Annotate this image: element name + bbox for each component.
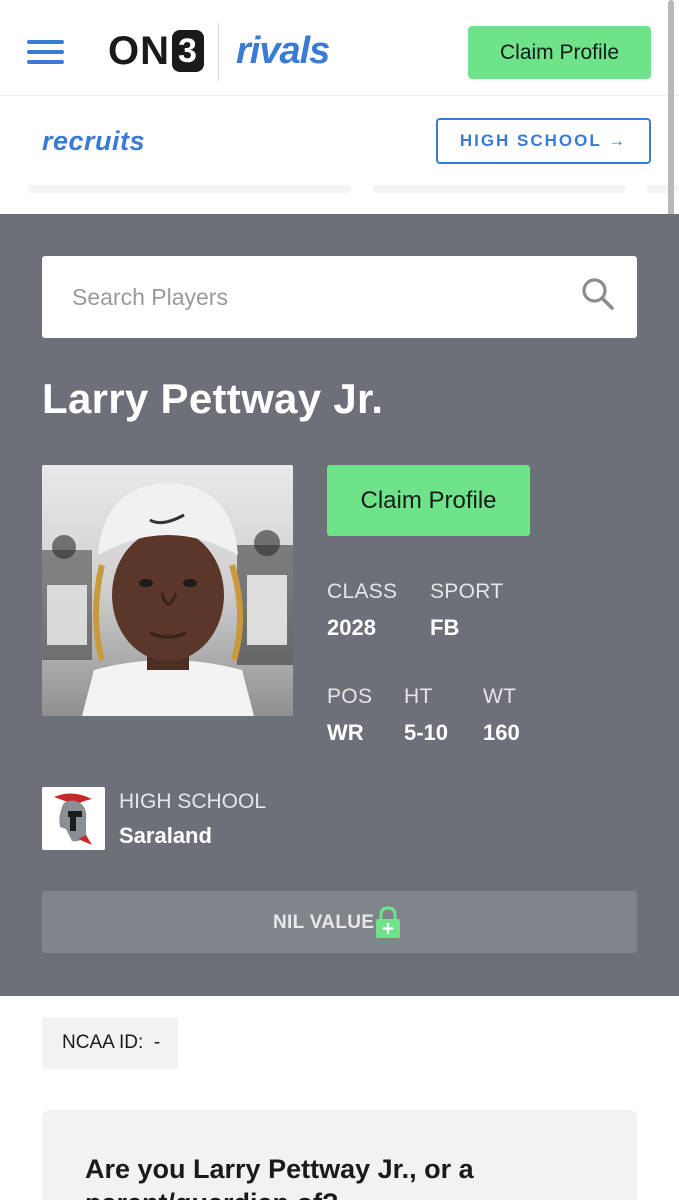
weight-label: WT: [483, 685, 517, 708]
claim-card-title: Are you Larry Pettway Jr., or a parent/g…: [85, 1154, 474, 1200]
class-value: 2028: [327, 615, 376, 640]
page-scrollbar[interactable]: [668, 0, 674, 250]
search-box: [42, 256, 637, 338]
rivals-logo[interactable]: rivals: [236, 30, 330, 73]
nav-card-strip: [647, 185, 679, 193]
player-name: Larry Pettway Jr.: [42, 375, 384, 422]
position-label: POS: [327, 685, 373, 708]
ncaa-id-badge: NCAA ID: -: [42, 1017, 178, 1069]
class-label: CLASS: [327, 580, 398, 603]
claim-profile-button[interactable]: Claim Profile: [327, 465, 530, 536]
position-value: WR: [327, 720, 364, 745]
on3-logo[interactable]: ON 3: [108, 28, 204, 74]
sport-label: SPORT: [430, 580, 504, 603]
recruits-logo[interactable]: recruits: [42, 126, 145, 157]
high-school-name[interactable]: Saraland: [119, 823, 212, 849]
claim-profile-header-button[interactable]: Claim Profile: [468, 26, 651, 79]
height-value: 5-10: [404, 720, 449, 745]
high-school-button[interactable]: HIGH SCHOOL →: [436, 118, 651, 164]
on3-logo-digit: 3: [172, 30, 204, 72]
high-school-label: HIGH SCHOOL: [119, 790, 267, 813]
nav-card-strip: [373, 185, 625, 193]
ncaa-id-label: NCAA ID:: [62, 1032, 144, 1053]
player-photo: [42, 465, 293, 716]
nil-value-label: NIL VALUE: [273, 912, 375, 933]
logo-divider: [218, 22, 219, 82]
top-navbar: ON 3 rivals Claim Profile: [0, 0, 679, 96]
height-label: HT: [404, 685, 433, 708]
lock-plus-icon[interactable]: [374, 906, 402, 939]
search-players-input[interactable]: [42, 256, 582, 338]
nav-card-strip: [28, 185, 351, 193]
school-logo[interactable]: [42, 787, 105, 850]
ncaa-id-value: -: [153, 1032, 161, 1053]
search-icon[interactable]: [581, 277, 615, 311]
hamburger-menu-icon[interactable]: [27, 38, 64, 66]
on3-logo-text: ON: [108, 28, 170, 73]
sport-value: FB: [430, 615, 460, 640]
weight-value: 160: [483, 720, 520, 745]
